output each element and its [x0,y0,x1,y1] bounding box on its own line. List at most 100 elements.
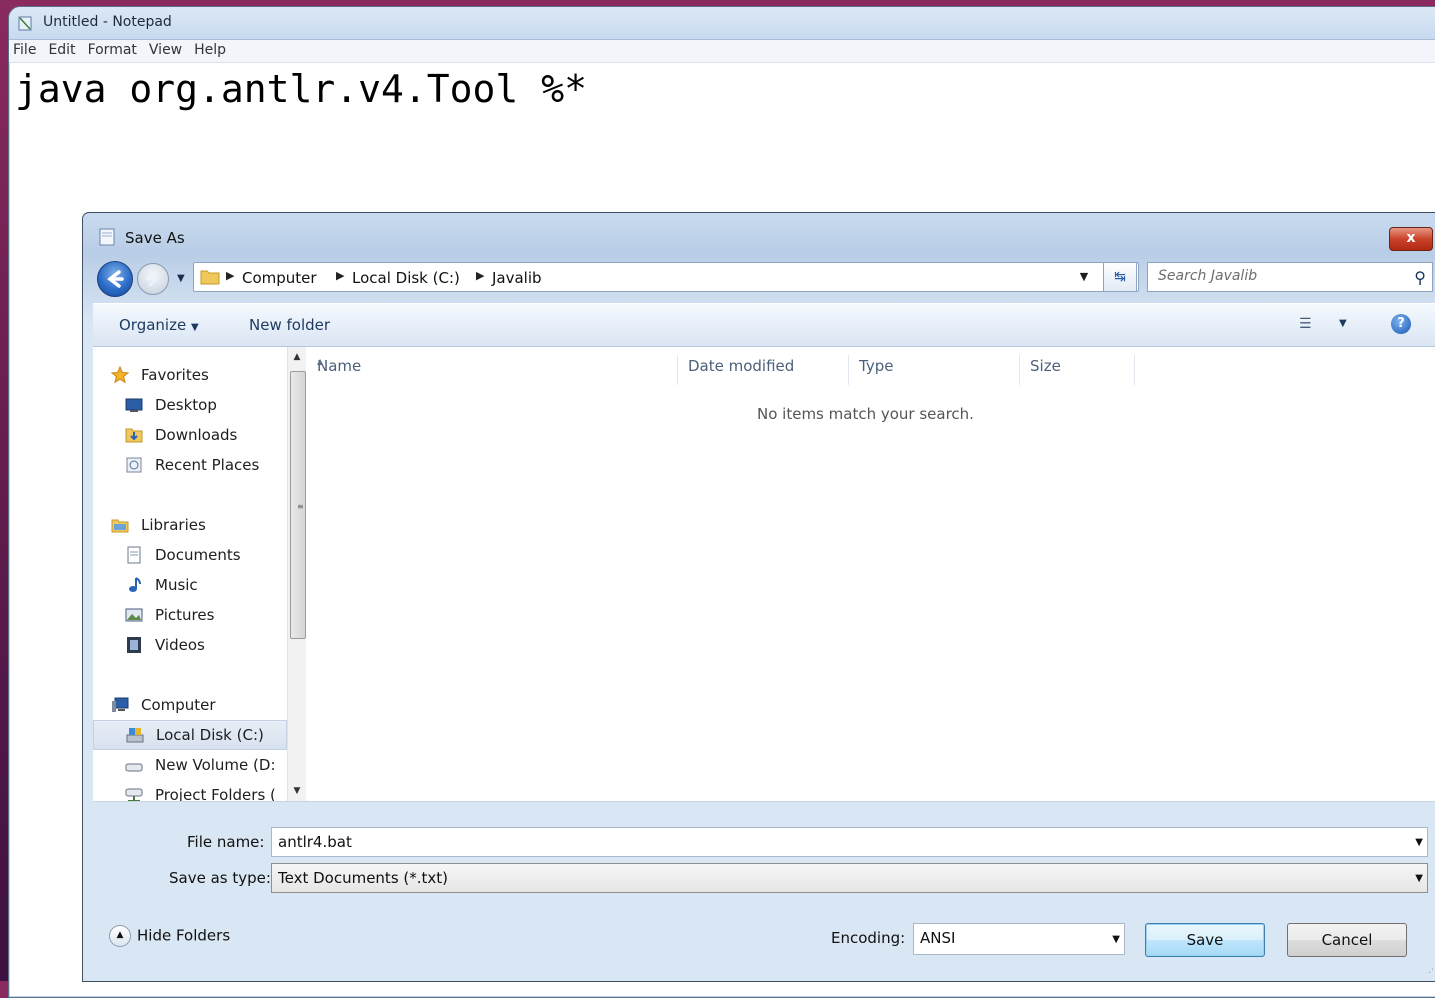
chevron-down-icon[interactable]: ▼ [1415,837,1423,848]
pictures-icon [125,608,143,622]
dialog-title: Save As [125,229,185,247]
videos-icon [127,637,141,653]
new-folder-button[interactable]: New folder [249,316,330,334]
browser-pane: Favorites Desktop Downloads Recent Place… [93,347,1435,802]
help-icon[interactable]: ? [1391,314,1411,334]
column-label: Date modified [688,357,795,375]
column-label: Name [317,357,362,375]
star-icon [111,366,129,384]
back-button[interactable] [97,261,133,297]
nav-label: Favorites [141,366,209,384]
chevron-right-icon: ▶ [336,269,345,282]
file-name-value: antlr4.bat [278,833,352,851]
chevron-down-icon: ▼ [190,322,199,333]
nav-label: Recent Places [155,456,260,474]
notepad-title: Untitled - Notepad [43,14,172,30]
breadcrumb-local-disk[interactable]: Local Disk (C:) [352,269,460,287]
save-as-type-select[interactable]: Text Documents (*.txt) ▼ [271,863,1428,893]
recent-places-icon [126,457,142,473]
nav-desktop[interactable]: Desktop [93,391,285,419]
navigation-pane: Favorites Desktop Downloads Recent Place… [93,347,287,801]
back-arrow-icon [107,270,124,288]
scrollbar-thumb[interactable]: ≡ [290,371,306,639]
column-header-name[interactable]: Name ▲ [307,355,678,385]
sort-ascending-icon: ▲ [317,357,324,366]
menu-help[interactable]: Help [190,40,234,58]
nav-project-folders[interactable]: Project Folders ( [93,781,285,801]
organize-label: Organize [119,316,187,334]
nav-local-disk[interactable]: Local Disk (C:) [93,720,287,750]
nav-music[interactable]: Music [93,571,285,599]
scroll-up-icon[interactable]: ▲ [288,349,306,365]
address-bar[interactable]: ▶ Computer ▶ Local Disk (C:) ▶ Javalib ▼ [193,262,1139,292]
column-header-type[interactable]: Type [849,355,1020,385]
nav-label: Local Disk (C:) [156,726,264,744]
chevron-up-icon: ▲ [109,925,131,947]
file-name-label: File name: [187,833,265,851]
forward-arrow-icon [145,271,160,287]
encoding-label: Encoding: [831,929,906,947]
search-box[interactable]: ⚲ [1147,262,1433,292]
nav-computer[interactable]: Computer [93,691,285,719]
nav-libraries[interactable]: Libraries [93,511,285,539]
downloads-folder-icon [125,428,143,443]
encoding-select[interactable]: ANSI ▼ [913,923,1125,955]
nav-label: New Volume (D: [155,756,276,774]
nav-label: Downloads [155,426,238,444]
refresh-button[interactable]: ↹ [1103,262,1137,292]
column-header-date-modified[interactable]: Date modified [678,355,849,385]
notepad-icon [18,16,32,31]
view-options-dropdown[interactable]: ▼ [1339,318,1347,329]
view-options-icon[interactable]: ☰ [1299,316,1312,332]
column-label: Type [859,357,894,375]
nav-label: Computer [141,696,216,714]
notepad-titlebar: Untitled - Notepad [9,7,1435,40]
nav-favorites[interactable]: Favorites [93,361,285,389]
menu-edit[interactable]: Edit [44,40,83,58]
hide-folders-button[interactable]: ▲ Hide Folders [109,925,230,947]
empty-state-message: No items match your search. [757,405,974,423]
column-header-size[interactable]: Size [1020,355,1135,385]
documents-icon [127,546,141,564]
file-list: Name ▲ Date modified Type Size No items … [307,347,1435,801]
organize-button[interactable]: Organize ▼ [119,316,199,334]
nav-videos[interactable]: Videos [93,631,285,659]
computer-icon [112,697,129,712]
recent-locations-dropdown[interactable]: ▼ [177,273,185,284]
encoding-value: ANSI [920,929,956,947]
nav-downloads[interactable]: Downloads [93,421,285,449]
nav-pictures[interactable]: Pictures [93,601,285,629]
save-as-dialog: Save As x ▼ ▶ Computer ▶ Local Disk (C:)… [82,212,1435,982]
grip-icon: ≡ [297,502,304,511]
file-name-input[interactable]: antlr4.bat ▼ [271,827,1428,857]
breadcrumb-computer[interactable]: Computer [242,269,317,287]
breadcrumb-javalib[interactable]: Javalib [492,269,542,287]
nav-label: Libraries [141,516,206,534]
menu-format[interactable]: Format [84,40,145,58]
save-button[interactable]: Save [1145,923,1265,957]
resize-grip-icon[interactable]: ⋰ [1428,965,1435,975]
chevron-down-icon: ▼ [1112,934,1120,945]
refresh-icon: ↹ [1114,269,1126,285]
address-dropdown-arrow[interactable]: ▼ [1074,263,1094,291]
nav-new-volume[interactable]: New Volume (D: [93,751,285,779]
nav-label: Pictures [155,606,215,624]
close-button[interactable]: x [1389,227,1433,251]
nav-recent-places[interactable]: Recent Places [93,451,285,479]
search-icon[interactable]: ⚲ [1414,268,1426,287]
forward-button[interactable] [137,263,169,295]
notepad-text-area[interactable]: java org.antlr.v4.Tool %* [15,67,587,111]
notepad-menubar: File Edit Format View Help [9,40,1435,63]
local-disk-icon [126,728,144,743]
save-form: File name: antlr4.bat ▼ Save as type: Te… [93,803,1435,979]
scroll-down-icon[interactable]: ▼ [288,783,306,799]
libraries-icon [111,519,129,533]
search-input[interactable] [1148,263,1408,289]
cancel-button[interactable]: Cancel [1287,923,1407,957]
navigation-scrollbar[interactable]: ▲ ≡ ▼ [287,347,306,801]
menu-view[interactable]: View [145,40,190,58]
menu-file[interactable]: File [9,40,44,58]
hide-folders-label: Hide Folders [137,926,231,945]
nav-documents[interactable]: Documents [93,541,285,569]
nav-label: Project Folders ( [155,786,276,801]
